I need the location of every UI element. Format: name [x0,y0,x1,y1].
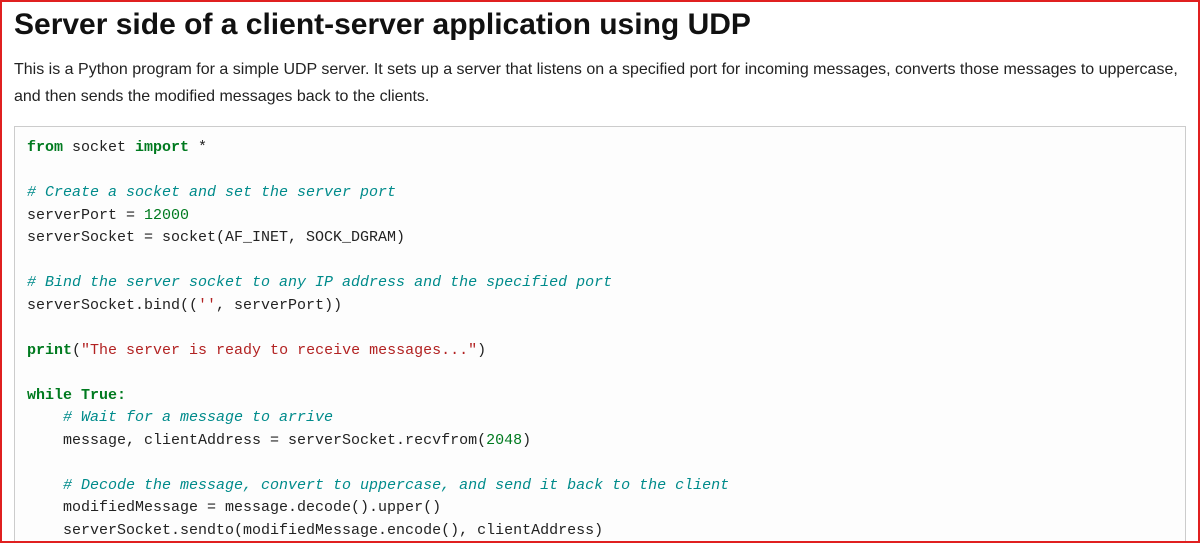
code-keyword: from [27,139,63,156]
code-text: modifiedMessage = message.decode().upper… [27,499,441,516]
code-text: serverSocket.bind(( [27,297,198,314]
code-number: 2048 [486,432,522,449]
page-title: Server side of a client-server applicati… [14,8,1186,42]
description-paragraph: This is a Python program for a simple UD… [14,56,1186,110]
code-string: "The server is ready to receive messages… [81,342,477,359]
code-text: * [189,139,207,156]
code-text: ( [72,342,81,359]
code-text: True: [72,387,126,404]
code-text: message, clientAddress = serverSocket.re… [27,432,486,449]
code-text: serverPort = [27,207,144,224]
code-block: from socket import * # Create a socket a… [14,126,1186,543]
code-comment: # Wait for a message to arrive [27,409,333,426]
code-keyword: import [135,139,189,156]
code-number: 12000 [144,207,189,224]
code-text: ) [522,432,531,449]
code-keyword: print [27,342,72,359]
code-keyword: while [27,387,72,404]
code-comment: # Create a socket and set the server por… [27,184,396,201]
code-comment: # Decode the message, convert to upperca… [27,477,729,494]
code-text: , serverPort)) [216,297,342,314]
code-text: serverSocket = socket(AF_INET, SOCK_DGRA… [27,229,405,246]
code-text: serverSocket.sendto(modifiedMessage.enco… [27,522,603,539]
code-comment: # Bind the server socket to any IP addre… [27,274,612,291]
document-frame: Server side of a client-server applicati… [0,0,1200,543]
code-text: ) [477,342,486,359]
code-string: '' [198,297,216,314]
code-text: socket [63,139,135,156]
